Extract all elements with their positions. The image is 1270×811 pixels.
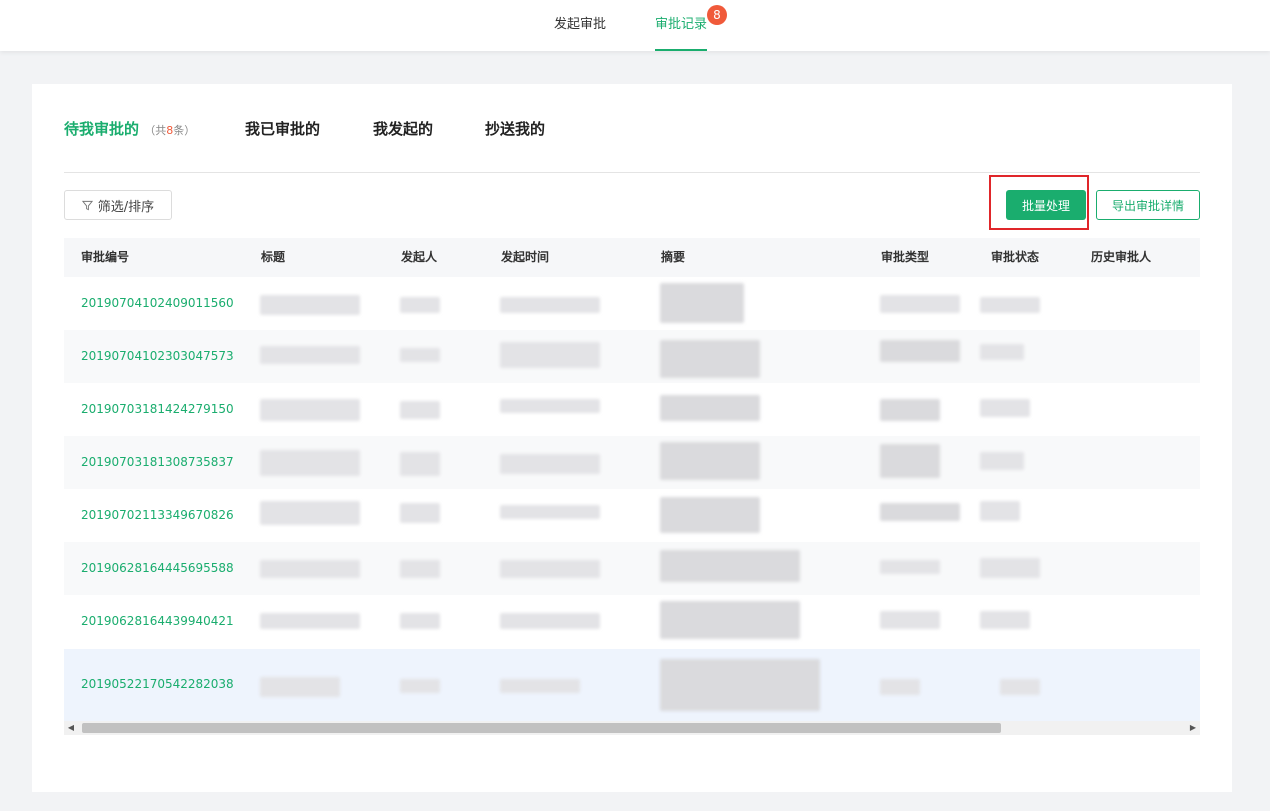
redacted-status xyxy=(980,558,1040,578)
redacted-summary xyxy=(660,340,760,378)
table-row[interactable]: 20190703181424279150 xyxy=(64,383,1200,436)
table-row[interactable]: 20190702113349670826 xyxy=(64,489,1200,542)
redacted-status xyxy=(1000,679,1040,695)
batch-process-button[interactable]: 批量处理 xyxy=(1006,190,1086,220)
redacted-summary xyxy=(660,497,760,533)
col-history-approvers: 历史审批人 xyxy=(1091,250,1152,264)
tab-start-approval[interactable]: 发起审批 xyxy=(554,0,606,51)
tab-initiated[interactable]: 我发起的 xyxy=(373,118,433,138)
redacted-title xyxy=(260,295,360,315)
tab-approved[interactable]: 我已审批的 xyxy=(245,118,320,138)
redacted-type xyxy=(880,611,940,629)
redacted-time xyxy=(500,613,600,629)
export-details-button[interactable]: 导出审批详情 xyxy=(1096,190,1200,220)
table-row[interactable]: 20190628164439940421 xyxy=(64,595,1200,648)
redacted-summary xyxy=(660,601,800,639)
redacted-summary xyxy=(660,395,760,421)
scroll-thumb[interactable] xyxy=(82,723,1001,733)
approval-id-link[interactable]: 20190704102409011560 xyxy=(81,296,234,310)
table-row[interactable]: 20190628164445695588 xyxy=(64,542,1200,595)
approval-id-link[interactable]: 20190522170542282038 xyxy=(81,677,234,691)
approval-id-link[interactable]: 20190628164445695588 xyxy=(81,561,234,575)
col-summary: 摘要 xyxy=(661,250,686,264)
redacted-time xyxy=(500,297,600,313)
horizontal-scrollbar[interactable]: ◀ ▶ xyxy=(64,721,1200,735)
table-row[interactable]: 20190703181308735837 xyxy=(64,436,1200,489)
redacted-title xyxy=(260,450,360,476)
count-suffix: 条） xyxy=(173,124,196,137)
redacted-title xyxy=(260,613,360,629)
redacted-status xyxy=(980,611,1030,629)
redacted-initiator xyxy=(400,679,440,693)
redacted-type xyxy=(880,679,920,695)
filter-sort-button[interactable]: 筛选/排序 xyxy=(64,190,172,220)
redacted-status xyxy=(980,452,1024,470)
redacted-type xyxy=(880,340,960,362)
tab-approval-records[interactable]: 审批记录 xyxy=(655,0,708,51)
count-prefix: （共 xyxy=(144,124,167,137)
approval-id-link[interactable]: 20190704102303047573 xyxy=(81,349,234,363)
tab-pending-label: 待我审批的 xyxy=(64,120,140,138)
redacted-initiator xyxy=(400,348,440,362)
filter-sort-label: 筛选/排序 xyxy=(97,199,155,215)
scroll-left-icon[interactable]: ◀ xyxy=(64,721,78,735)
redacted-title xyxy=(260,501,360,525)
redacted-time xyxy=(500,505,600,519)
col-title: 标题 xyxy=(261,250,286,264)
redacted-type xyxy=(880,399,940,421)
redacted-initiator xyxy=(400,452,440,476)
table-row[interactable]: 20190704102409011560 xyxy=(64,277,1200,330)
redacted-summary xyxy=(660,283,744,323)
col-approval-type: 审批类型 xyxy=(881,250,930,264)
pending-count: （共8条） xyxy=(144,124,195,137)
col-approval-status: 审批状态 xyxy=(991,250,1040,264)
col-approval-id: 审批编号 xyxy=(81,250,130,264)
approval-id-link[interactable]: 20190703181424279150 xyxy=(81,402,234,416)
redacted-title xyxy=(260,399,360,421)
redacted-status xyxy=(980,297,1040,313)
redacted-title xyxy=(260,346,360,364)
approval-id-link[interactable]: 20190703181308735837 xyxy=(81,455,234,469)
table-header: 审批编号 标题 发起人 发起时间 摘要 审批类型 审批状态 历史审批人 xyxy=(64,238,1200,277)
redacted-type xyxy=(880,444,940,478)
redacted-initiator xyxy=(400,613,440,629)
redacted-summary xyxy=(660,550,800,582)
table-row[interactable]: 20190704102303047573 xyxy=(64,330,1200,383)
redacted-initiator xyxy=(400,401,440,419)
redacted-time xyxy=(500,342,600,368)
col-initiator: 发起人 xyxy=(401,250,438,264)
redacted-time xyxy=(500,399,600,413)
col-start-time: 发起时间 xyxy=(501,250,550,264)
redacted-status xyxy=(980,344,1024,360)
tab-divider xyxy=(64,172,1200,173)
redacted-status xyxy=(980,501,1020,521)
redacted-title xyxy=(260,560,360,578)
redacted-status xyxy=(980,399,1030,417)
approval-id-link[interactable]: 20190702113349670826 xyxy=(81,508,234,522)
table-row-selected[interactable]: 20190522170542282038 xyxy=(64,649,1200,721)
notification-badge: 8 xyxy=(707,5,727,25)
redacted-type xyxy=(880,560,940,574)
redacted-initiator xyxy=(400,560,440,578)
redacted-initiator xyxy=(400,297,440,313)
redacted-time xyxy=(500,560,600,578)
scroll-right-icon[interactable]: ▶ xyxy=(1186,721,1200,735)
tab-pending-approval[interactable]: 待我审批的 （共8条） xyxy=(64,118,195,138)
redacted-type xyxy=(880,295,960,313)
top-nav: 发起审批 审批记录 8 xyxy=(0,0,1270,51)
redacted-time xyxy=(500,454,600,474)
filter-icon xyxy=(81,200,93,210)
approval-id-link[interactable]: 20190628164439940421 xyxy=(81,614,234,628)
redacted-summary xyxy=(660,659,820,711)
redacted-summary xyxy=(660,442,760,480)
redacted-title xyxy=(260,677,340,697)
tab-cc[interactable]: 抄送我的 xyxy=(485,118,545,138)
redacted-time xyxy=(500,679,580,693)
redacted-type xyxy=(880,503,960,521)
redacted-initiator xyxy=(400,503,440,523)
